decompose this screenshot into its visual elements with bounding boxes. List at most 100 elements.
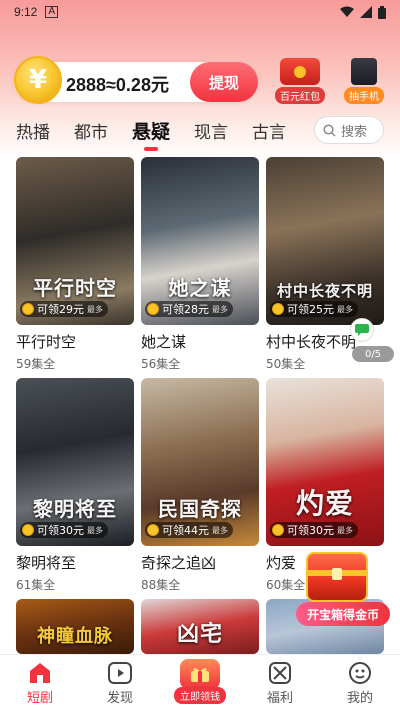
drama-card[interactable]: 民国奇探 可领44元 最多 奇探之追凶 88集全: [141, 378, 259, 593]
poster-title-art: 神瞳血脉: [37, 626, 113, 647]
search-input[interactable]: 搜索: [314, 116, 384, 144]
status-bar: 9:12 A: [0, 0, 400, 24]
welfare-icon: [267, 661, 293, 685]
promo-label: 抽手机: [344, 87, 384, 104]
drama-poster[interactable]: 凶宅: [141, 599, 259, 654]
coin-icon: [272, 303, 284, 315]
nav-label: 我的: [346, 691, 373, 706]
treasure-chest-icon[interactable]: [306, 552, 368, 602]
search-placeholder: 搜索: [341, 124, 368, 140]
drama-poster[interactable]: 黎明将至 可领30元 最多: [16, 378, 134, 546]
red-envelope-promo[interactable]: 百元红包: [272, 58, 328, 104]
poster-title-art: 村中长夜不明: [276, 282, 373, 300]
reward-text: 可领30元: [287, 524, 334, 537]
drama-card[interactable]: 黎明将至 可领30元 最多 黎明将至 61集全: [16, 378, 134, 593]
nav-item-welfare[interactable]: 福利: [240, 655, 320, 712]
reward-badge: 可领30元 最多: [20, 522, 108, 538]
drama-poster[interactable]: 村中长夜不明 可领25元 最多: [266, 157, 384, 325]
coin-icon: ¥: [14, 56, 62, 104]
reward-max: 最多: [87, 525, 103, 535]
poster-title-art: 凶宅: [176, 621, 223, 647]
drama-poster[interactable]: 民国奇探 可领44元 最多: [141, 378, 259, 546]
poster-title-art: 她之谋: [168, 276, 232, 300]
wifi-icon: [340, 6, 354, 17]
reward-max: 最多: [337, 304, 353, 314]
chat-fab[interactable]: [350, 318, 374, 342]
task-progress-chip: 0/5: [352, 346, 394, 362]
reward-max: 最多: [87, 304, 103, 314]
reward-text: 可领25元: [287, 303, 334, 316]
reward-badge: 可领44元 最多: [145, 522, 233, 538]
open-treasure-button[interactable]: 开宝箱得金币: [296, 602, 390, 626]
status-time: 9:12: [14, 5, 38, 19]
poster-title-art: 灼爱: [295, 487, 354, 520]
nav-item-discover[interactable]: 发现: [80, 655, 160, 712]
reward-max: 最多: [337, 525, 353, 535]
poster-title-art: 黎明将至: [33, 497, 117, 521]
red-envelope-icon: [280, 58, 320, 85]
chat-icon: [355, 324, 369, 336]
home-icon: [27, 661, 53, 685]
drama-poster[interactable]: 灼爱 可领30元 最多: [266, 378, 384, 546]
drama-poster[interactable]: 神瞳血脉: [16, 599, 134, 654]
gift-box-icon: [180, 659, 220, 689]
signal-icon: [360, 6, 372, 18]
phone-icon: [351, 58, 377, 85]
withdraw-button[interactable]: 提现: [190, 62, 258, 102]
drama-card[interactable]: 凶宅: [141, 599, 259, 654]
bottom-nav: 短剧 发现 立即领钱 福利 我的: [0, 654, 400, 712]
reward-text: 可领30元: [37, 524, 84, 537]
phone-lottery-promo[interactable]: 抽手机: [336, 58, 392, 104]
drama-title[interactable]: 平行时空: [16, 331, 134, 352]
drama-episodes: 88集全: [141, 578, 181, 592]
promo-label: 百元红包: [275, 87, 325, 104]
nav-label: 立即领钱: [174, 687, 226, 704]
category-tabs: 热播 都市 悬疑 现言 古言: [16, 114, 310, 151]
drama-title[interactable]: 黎明将至: [16, 552, 134, 573]
reward-max: 最多: [212, 304, 228, 314]
drama-card[interactable]: 神瞳血脉: [16, 599, 134, 654]
tab-modern-romance[interactable]: 现言: [194, 118, 228, 143]
poster-title-art: 民国奇探: [158, 497, 242, 521]
nav-item-dramas[interactable]: 短剧: [0, 655, 80, 712]
profile-icon: [347, 661, 373, 685]
drama-poster[interactable]: 平行时空 可领29元 最多: [16, 157, 134, 325]
tab-suspense[interactable]: 悬疑: [132, 117, 170, 151]
tab-hot[interactable]: 热播: [16, 118, 50, 143]
drama-poster[interactable]: 她之谋 可领28元 最多: [141, 157, 259, 325]
coin-icon: [272, 524, 284, 536]
nav-item-profile[interactable]: 我的: [320, 655, 400, 712]
drama-episodes: 56集全: [141, 357, 181, 371]
drama-title[interactable]: 奇探之追凶: [141, 552, 259, 573]
reward-max: 最多: [212, 525, 228, 535]
reward-badge: 可领25元 最多: [270, 301, 358, 317]
tab-historical-romance[interactable]: 古言: [252, 118, 286, 143]
reward-badge: 可领30元 最多: [270, 522, 358, 538]
coin-icon: [147, 303, 159, 315]
nav-item-earn-money[interactable]: 立即领钱: [160, 655, 240, 712]
play-icon: [107, 661, 133, 685]
nav-label: 发现: [106, 691, 133, 706]
reward-text: 可领44元: [162, 524, 209, 537]
drama-episodes: 59集全: [16, 357, 56, 371]
reward-badge: 可领29元 最多: [20, 301, 108, 317]
drama-card[interactable]: 平行时空 可领29元 最多 平行时空 59集全: [16, 157, 134, 372]
coin-icon: [22, 524, 34, 536]
nav-label: 福利: [266, 691, 293, 706]
coin-icon: [22, 303, 34, 315]
drama-episodes: 61集全: [16, 578, 56, 592]
nav-label: 短剧: [26, 691, 53, 706]
tab-urban[interactable]: 都市: [74, 118, 108, 143]
search-icon: [323, 123, 336, 137]
coin-balance-bar[interactable]: ¥ 2888≈0.28元 提现: [14, 56, 258, 104]
poster-title-art: 平行时空: [33, 276, 117, 300]
coin-balance-text: 2888≈0.28元: [66, 75, 169, 95]
notification-icon: A: [45, 6, 59, 18]
coin-icon: [147, 524, 159, 536]
drama-card[interactable]: 她之谋 可领28元 最多 她之谋 56集全: [141, 157, 259, 372]
reward-text: 可领29元: [37, 303, 84, 316]
battery-icon: [378, 5, 386, 19]
reward-text: 可领28元: [162, 303, 209, 316]
reward-badge: 可领28元 最多: [145, 301, 233, 317]
drama-title[interactable]: 她之谋: [141, 331, 259, 352]
